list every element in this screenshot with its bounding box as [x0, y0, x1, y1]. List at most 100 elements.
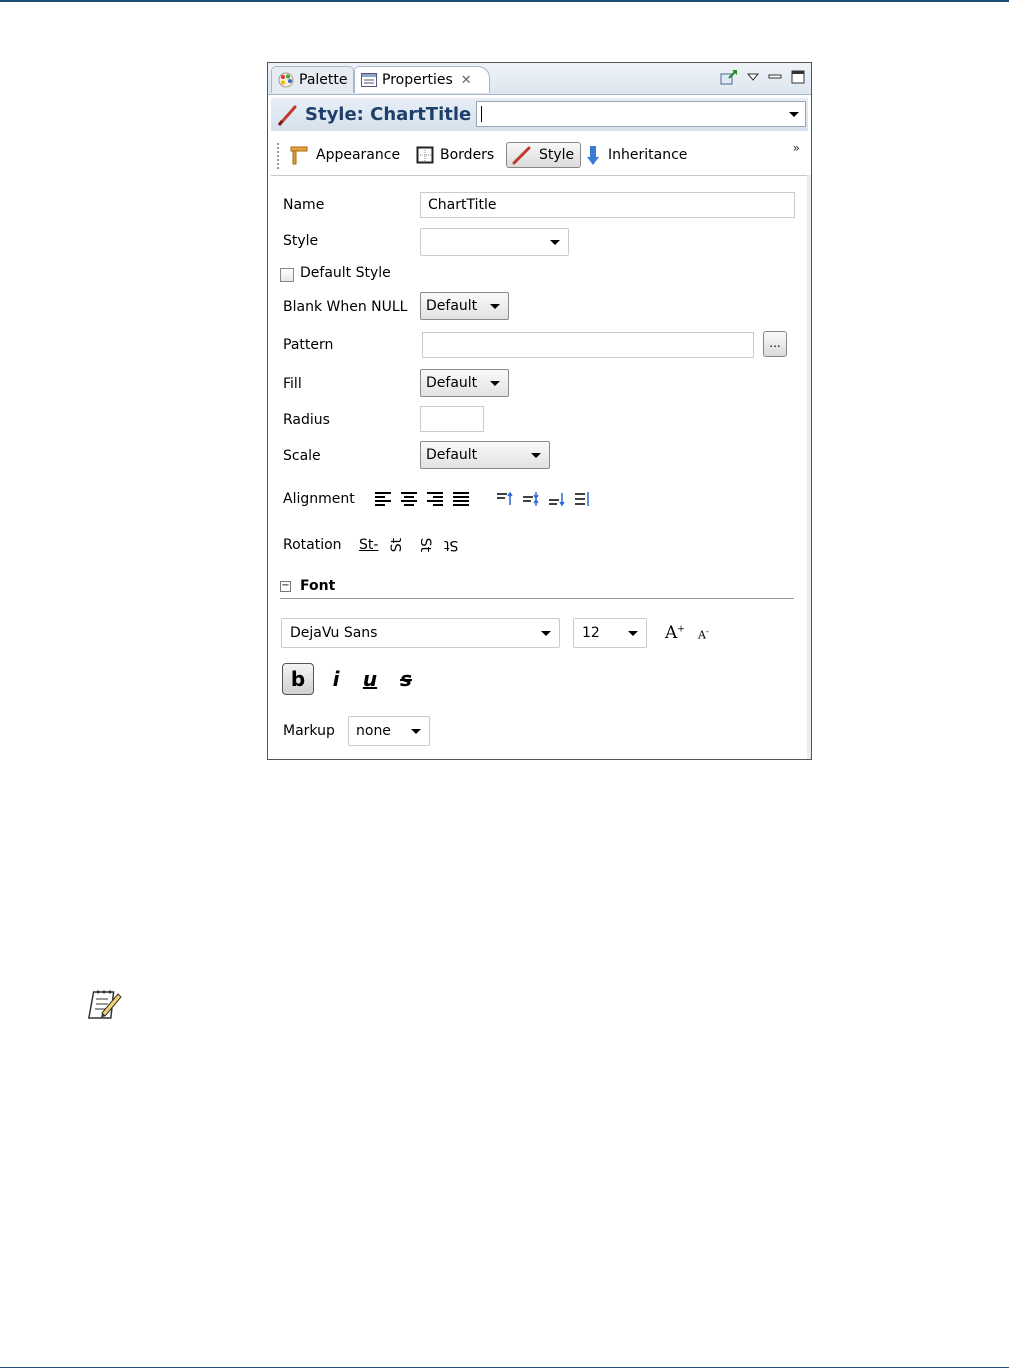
borders-icon [416, 146, 434, 164]
italic-label: i [332, 667, 340, 691]
view-toolbar [720, 69, 805, 85]
underline-button[interactable]: u [354, 663, 386, 695]
page-top-rule [0, 0, 1009, 2]
brush-icon [277, 105, 297, 126]
markup-label: Markup [283, 723, 335, 739]
brush-icon [512, 146, 531, 165]
font-section-title: Font [300, 578, 336, 594]
minimize-icon[interactable] [768, 72, 782, 82]
page-bottom-rule [0, 1367, 1009, 1368]
style-selector-combo[interactable] [476, 101, 806, 127]
rotation-right-icon[interactable]: St [412, 536, 438, 554]
rotation-label: Rotation [283, 537, 342, 553]
chevron-down-icon [411, 729, 421, 734]
align-center-icon[interactable] [396, 488, 422, 510]
name-field[interactable]: ChartTitle [420, 192, 795, 218]
scale-label: Scale [283, 448, 321, 464]
valign-bottom-icon[interactable] [544, 488, 570, 510]
chevron-down-icon[interactable] [789, 112, 799, 117]
align-left-icon[interactable] [370, 488, 396, 510]
font-size-combo[interactable]: 12 [573, 618, 647, 648]
toolbar-grip [277, 143, 279, 169]
font-family-value: DejaVu Sans [290, 625, 378, 641]
tab-palette[interactable]: Palette [271, 66, 354, 93]
rotation-none-icon[interactable]: St- [359, 532, 378, 558]
bold-button[interactable]: b [282, 663, 314, 695]
tab-properties-label: Properties [382, 72, 453, 88]
valign-middle-icon[interactable] [518, 488, 544, 510]
style-combo[interactable] [420, 228, 569, 256]
valign-justify-icon[interactable] [570, 488, 596, 510]
fill-value: Default [426, 375, 478, 391]
pin-icon[interactable] [720, 69, 738, 85]
properties-view: Palette Properties ✕ Style: ChartTitle A… [267, 62, 812, 760]
blank-when-null-combo[interactable]: Default [420, 292, 509, 320]
tab-style[interactable]: Style [506, 142, 581, 168]
blank-when-null-label: Blank When NULL [283, 299, 408, 315]
tab-inheritance[interactable]: Inheritance [586, 142, 687, 168]
tab-properties[interactable]: Properties ✕ [354, 66, 490, 93]
tab-style-label: Style [539, 147, 575, 163]
rotation-buttons: St- St St St [359, 532, 469, 558]
chevron-down-icon [531, 453, 541, 458]
blank-when-null-value: Default [426, 298, 478, 314]
tab-appearance-label: Appearance [316, 147, 401, 163]
radius-field[interactable] [420, 406, 484, 432]
bold-label: b [290, 667, 306, 691]
strikethrough-button[interactable]: s [390, 663, 422, 695]
text-caret [481, 106, 482, 122]
inheritance-icon [587, 146, 599, 165]
default-style-checkbox[interactable] [280, 268, 294, 282]
tab-borders-label: Borders [440, 147, 495, 163]
default-style-label: Default Style [300, 265, 391, 281]
form-title: Style: ChartTitle [277, 98, 471, 131]
markup-value: none [356, 723, 391, 739]
underline-label: u [362, 667, 378, 691]
form-title-text: Style: ChartTitle [305, 104, 472, 125]
rotation-upside-down-icon[interactable]: St [444, 532, 458, 558]
fill-label: Fill [283, 376, 302, 392]
palette-icon [278, 72, 294, 88]
radius-label: Radius [283, 412, 330, 428]
alignment-buttons [370, 488, 596, 510]
align-justify-icon[interactable] [448, 488, 474, 510]
tab-inheritance-label: Inheritance [608, 147, 688, 163]
align-right-icon[interactable] [422, 488, 448, 510]
scale-combo[interactable]: Default [420, 441, 550, 469]
close-icon[interactable]: ✕ [461, 73, 472, 88]
form-titlebar: Style: ChartTitle [271, 98, 808, 131]
more-tabs-icon[interactable]: » [793, 141, 800, 155]
name-label: Name [283, 197, 325, 213]
maximize-icon[interactable] [791, 70, 805, 84]
note-icon [87, 988, 122, 1026]
fill-combo[interactable]: Default [420, 369, 509, 397]
font-family-combo[interactable]: DejaVu Sans [281, 618, 560, 648]
tab-appearance[interactable]: Appearance [288, 142, 400, 168]
panel-scroll-edge [807, 175, 811, 759]
font-shrink-button[interactable]: A- [698, 627, 709, 642]
chevron-down-icon [541, 631, 551, 636]
collapse-icon[interactable]: − [280, 581, 291, 592]
chevron-down-icon [490, 304, 500, 309]
properties-icon [361, 73, 377, 87]
tab-borders[interactable]: Borders [416, 142, 494, 168]
pattern-label: Pattern [283, 337, 334, 353]
pattern-browse-button[interactable]: ... [763, 331, 787, 357]
view-menu-icon[interactable] [747, 72, 759, 82]
pattern-field[interactable] [422, 332, 754, 358]
valign-top-icon[interactable] [492, 488, 518, 510]
font-size-value: 12 [582, 625, 600, 641]
appearance-icon [290, 146, 308, 165]
chevron-down-icon [628, 631, 638, 636]
section-tabs: Appearance Borders Style Inheritance » [271, 135, 808, 176]
alignment-label: Alignment [283, 491, 355, 507]
italic-button[interactable]: i [320, 663, 352, 695]
chevron-down-icon [490, 381, 500, 386]
markup-combo[interactable]: none [348, 716, 430, 746]
view-tabbar: Palette Properties ✕ [268, 63, 811, 95]
style-label: Style [283, 233, 319, 249]
font-section-header[interactable]: − Font [280, 576, 794, 599]
scale-value: Default [426, 447, 478, 463]
font-grow-button[interactable]: A+ [665, 623, 685, 643]
rotation-left-icon[interactable]: St [384, 536, 410, 554]
